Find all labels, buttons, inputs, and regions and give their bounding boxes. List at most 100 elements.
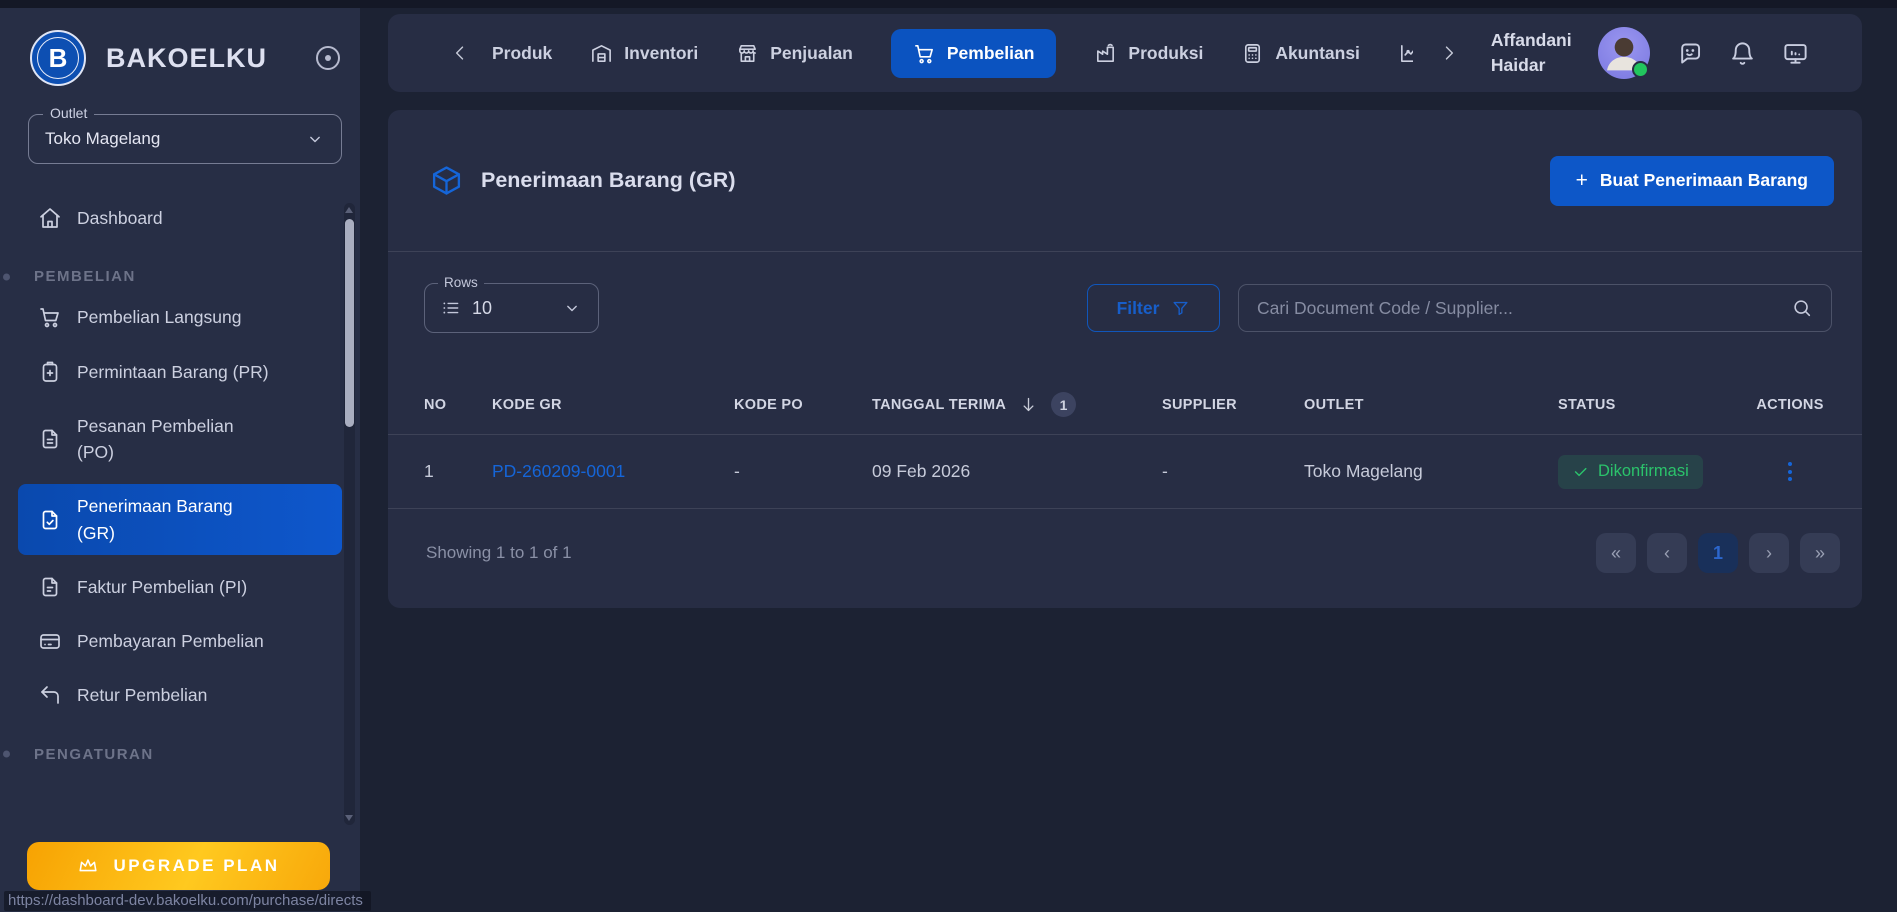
avatar[interactable] [1598, 27, 1650, 79]
home-icon [38, 206, 62, 230]
cell-kode-gr-link[interactable]: PD-260209-0001 [492, 461, 734, 482]
feedback-button[interactable] [1676, 40, 1703, 67]
nav-scroll-right-button[interactable] [1439, 43, 1459, 63]
chevron-down-icon [562, 298, 582, 318]
col-header-kode-gr[interactable]: KODE GR [492, 397, 734, 413]
sort-desc-arrow-icon [1019, 395, 1038, 414]
rows-label: Rows [438, 275, 484, 290]
sidebar-scrollbar[interactable] [344, 203, 355, 825]
sidebar-item-retur-pembelian[interactable]: Retur Pembelian [18, 673, 342, 717]
sidebar-item-label: Retur Pembelian [77, 682, 207, 708]
cell-tanggal-terima: 09 Feb 2026 [872, 461, 1162, 482]
first-page-button[interactable]: « [1596, 533, 1636, 573]
last-page-button[interactable]: » [1800, 533, 1840, 573]
filter-button[interactable]: Filter [1087, 284, 1220, 332]
chevron-down-icon [305, 129, 325, 149]
sidebar-item-label: Permintaan Barang (PR) [77, 359, 269, 385]
table-controls: Rows 10 Filter [388, 283, 1862, 333]
browser-status-url: https://dashboard-dev.bakoelku.com/purch… [4, 891, 371, 911]
sidebar-item-pembayaran-pembelian[interactable]: Pembayaran Pembelian [18, 619, 342, 663]
list-icon [441, 298, 461, 318]
sidebar-item-pembelian-langsung[interactable]: Pembelian Langsung [18, 295, 342, 339]
table-row: 1 PD-260209-0001 - 09 Feb 2026 - Toko Ma… [388, 435, 1862, 509]
cell-kode-po: - [734, 461, 872, 482]
search-input[interactable] [1257, 298, 1779, 319]
notifications-button[interactable] [1729, 40, 1756, 67]
tab-laporan-clipped[interactable] [1398, 42, 1413, 65]
sidebar-item-label: Dashboard [77, 205, 163, 231]
tab-produk[interactable]: Produk [492, 43, 552, 64]
cube-icon [430, 164, 463, 197]
next-page-button[interactable]: › [1749, 533, 1789, 573]
rows-value: 10 [472, 298, 492, 319]
search-icon[interactable] [1791, 297, 1813, 319]
scrollbar-thumb[interactable] [345, 219, 354, 427]
pagination: « ‹ 1 › » [1596, 533, 1840, 573]
warehouse-icon [590, 42, 613, 65]
sidebar-item-label: Faktur Pembelian (PI) [77, 574, 247, 600]
showing-text: Showing 1 to 1 of 1 [426, 543, 572, 563]
chart-icon [1398, 42, 1413, 65]
display-mode-button[interactable] [1782, 40, 1809, 67]
create-goods-receipt-button[interactable]: + Buat Penerimaan Barang [1550, 156, 1834, 206]
page-1-button[interactable]: 1 [1698, 533, 1738, 573]
calculator-icon [1241, 42, 1264, 65]
tab-label: Inventori [624, 43, 698, 64]
monitor-icon [1782, 40, 1809, 67]
upgrade-plan-button[interactable]: UPGRADE PLAN [27, 842, 330, 890]
col-header-outlet[interactable]: OUTLET [1304, 397, 1558, 413]
scroll-down-icon[interactable] [345, 815, 353, 821]
sidebar-item-permintaan-barang[interactable]: Permintaan Barang (PR) [18, 350, 342, 394]
col-header-supplier[interactable]: SUPPLIER [1162, 397, 1304, 413]
col-header-no[interactable]: NO [424, 397, 492, 413]
col-header-actions: ACTIONS [1754, 397, 1826, 413]
factory-icon [1094, 42, 1117, 65]
tab-label: Pembelian [947, 43, 1035, 64]
sidebar-section-pembelian: PEMBELIAN [0, 268, 360, 285]
outlet-select[interactable]: Outlet Toko Magelang [28, 114, 342, 164]
nav-scroll-left-button[interactable] [450, 43, 470, 63]
tab-akuntansi[interactable]: Akuntansi [1241, 42, 1360, 65]
check-icon [1572, 463, 1589, 480]
status-label: Dikonfirmasi [1598, 462, 1689, 481]
sidebar-collapse-icon[interactable] [316, 46, 340, 70]
filter-label: Filter [1117, 298, 1160, 319]
scroll-up-icon[interactable] [345, 207, 353, 213]
rows-per-page-select[interactable]: Rows 10 [424, 283, 599, 333]
bell-icon [1729, 40, 1756, 67]
tab-produksi[interactable]: Produksi [1094, 42, 1203, 65]
col-header-status[interactable]: STATUS [1558, 397, 1754, 413]
brand-logo-icon: B [30, 30, 86, 86]
tab-pembelian[interactable]: Pembelian [891, 29, 1057, 78]
store-icon [736, 42, 759, 65]
cart-icon [38, 305, 62, 329]
sidebar-item-dashboard[interactable]: Dashboard [18, 196, 342, 240]
person-photo [1598, 27, 1650, 79]
file-check-icon [38, 508, 62, 532]
cart-icon [913, 42, 936, 65]
controls-right: Filter [1087, 284, 1832, 332]
col-header-kode-po[interactable]: KODE PO [734, 397, 872, 413]
window-top-strip [0, 0, 1897, 8]
sidebar-header: B BAKOELKU [0, 8, 360, 86]
content-card: Penerimaan Barang (GR) + Buat Penerimaan… [388, 110, 1862, 608]
page-title: Penerimaan Barang (GR) [481, 168, 735, 193]
file-lines-icon [38, 575, 62, 599]
chevron-left-icon [450, 43, 470, 63]
top-navbar: Produk Inventori Penjualan Pembelian Pro… [388, 14, 1862, 92]
sidebar-item-faktur-pembelian[interactable]: Faktur Pembelian (PI) [18, 565, 342, 609]
tab-penjualan[interactable]: Penjualan [736, 42, 853, 65]
tab-inventori[interactable]: Inventori [590, 42, 698, 65]
row-actions-menu-button[interactable] [1788, 462, 1792, 481]
sidebar-item-label: Pembelian Langsung [77, 304, 241, 330]
sidebar-item-penerimaan-barang[interactable]: Penerimaan Barang(GR) [18, 484, 342, 555]
cell-no: 1 [424, 461, 492, 482]
prev-page-button[interactable]: ‹ [1647, 533, 1687, 573]
col-header-tanggal-terima[interactable]: TANGGAL TERIMA 1 [872, 392, 1162, 417]
sidebar-item-pesanan-pembelian[interactable]: Pesanan Pembelian(PO) [18, 404, 342, 475]
sidebar-menu: Dashboard PEMBELIAN Pembelian Langsung P… [0, 186, 360, 767]
search-box [1238, 284, 1832, 332]
brand-name: BAKOELKU [106, 43, 267, 74]
status-badge: Dikonfirmasi [1558, 455, 1703, 489]
return-arrow-icon [38, 683, 62, 707]
